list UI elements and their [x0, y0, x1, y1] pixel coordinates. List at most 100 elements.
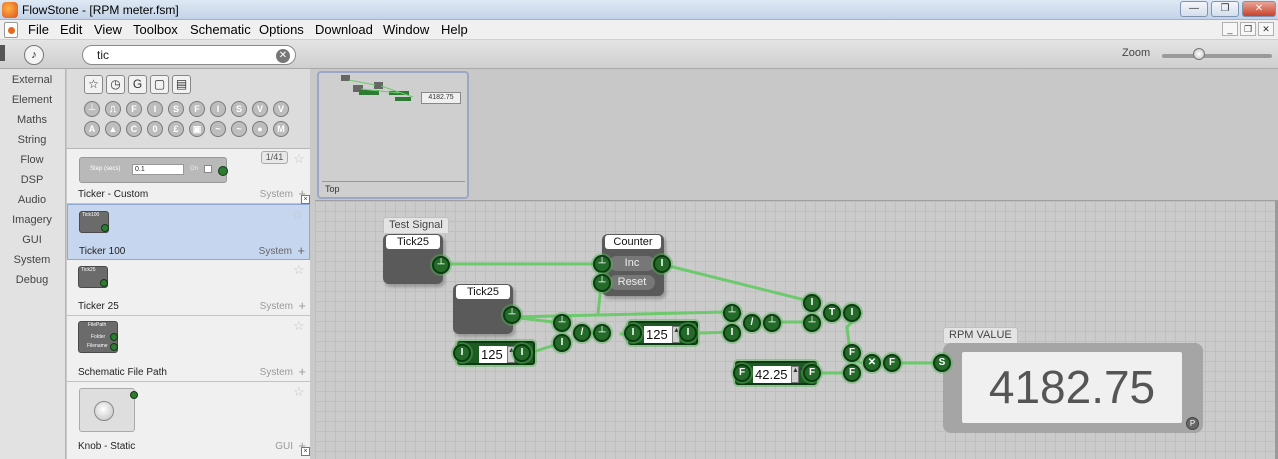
menu-help[interactable]: Help — [441, 22, 468, 37]
maximize-button[interactable]: ❐ — [1211, 1, 1239, 17]
trigger-type-icon[interactable]: ┴ — [84, 101, 100, 117]
float-spinner[interactable]: ▲▼ — [791, 366, 806, 383]
favourite-star-icon[interactable]: ☆ — [292, 208, 304, 221]
gui-filter-icon[interactable]: G — [128, 75, 147, 94]
float-input-port[interactable]: F — [733, 364, 751, 382]
favourite-star-icon[interactable]: ☆ — [293, 152, 305, 165]
module-item-schematic-file-path[interactable]: FilePath Folder Filename ☆ Schematic Fil… — [67, 316, 310, 382]
float-type-icon[interactable]: F — [126, 101, 142, 117]
divide-operator-icon[interactable]: / — [743, 314, 761, 332]
search-clear-icon[interactable]: ✕ — [276, 49, 290, 63]
category-debug[interactable]: Debug — [0, 274, 64, 286]
navigator-thumbnail[interactable]: 4182.75 Top — [317, 71, 469, 199]
trigger-input-port[interactable]: ┴ — [803, 314, 821, 332]
pen-type-icon[interactable]: ▲ — [105, 121, 121, 137]
toolbox-search-input[interactable] — [82, 45, 296, 65]
panel-collapse-handle[interactable] — [0, 45, 5, 61]
category-audio[interactable]: Audio — [0, 194, 64, 206]
float-value-field[interactable]: 42.25 — [753, 366, 793, 383]
font-type-icon[interactable]: £ — [168, 121, 184, 137]
schematic-canvas[interactable]: Test Signal Tick25 ┴ Tick25 ┴ Counter In… — [315, 201, 1275, 459]
view-type-icon[interactable]: V — [252, 101, 268, 117]
stream-type-icon[interactable]: ~ — [210, 121, 226, 137]
trigger-output-port[interactable]: ┴ — [593, 324, 611, 342]
poly-type-icon[interactable]: ~ — [231, 121, 247, 137]
int-array-type-icon[interactable]: I — [210, 101, 226, 117]
category-maths[interactable]: Maths — [0, 114, 64, 126]
area-type-icon[interactable]: A — [84, 121, 100, 137]
menu-download[interactable]: Download — [315, 22, 373, 37]
category-external[interactable]: External — [0, 74, 64, 86]
int-input-port[interactable]: I — [723, 324, 741, 342]
close-icon[interactable]: × — [301, 195, 310, 204]
category-element[interactable]: Element — [0, 94, 64, 106]
favourite-star-icon[interactable]: ☆ — [293, 263, 305, 276]
float-array-type-icon[interactable]: F — [189, 101, 205, 117]
menu-view[interactable]: View — [94, 22, 122, 37]
int-value-field[interactable]: 125 — [479, 346, 509, 363]
menu-options[interactable]: Options — [259, 22, 304, 37]
float-output-port[interactable]: F — [883, 354, 901, 372]
add-module-icon[interactable]: + — [298, 365, 306, 378]
close-button[interactable]: ✕ — [1242, 1, 1276, 17]
close-icon[interactable]: × — [301, 447, 310, 456]
add-module-icon[interactable]: + — [297, 244, 305, 257]
mdi-close-button[interactable]: ✕ — [1258, 22, 1274, 36]
menu-schematic[interactable]: Schematic — [190, 22, 251, 37]
string-array-type-icon[interactable]: S — [231, 101, 247, 117]
string-input-port[interactable]: S — [933, 354, 951, 372]
category-string[interactable]: String — [0, 134, 64, 146]
minimize-button[interactable]: — — [1180, 1, 1208, 17]
category-dsp[interactable]: DSP — [0, 174, 64, 186]
menu-file[interactable]: File — [28, 22, 49, 37]
int-input-port[interactable]: I — [453, 344, 471, 362]
category-imagery[interactable]: Imagery — [0, 214, 64, 226]
recent-filter-icon[interactable]: ◷ — [106, 75, 125, 94]
bool-type-icon[interactable]: 0 — [147, 121, 163, 137]
trigger-input-port[interactable]: ┴ — [553, 314, 571, 332]
to-int-operator-icon[interactable]: T — [823, 304, 841, 322]
midi-type-icon[interactable]: ⎍ — [105, 101, 121, 117]
menu-toolbox[interactable]: Toolbox — [133, 22, 178, 37]
add-module-icon[interactable]: + — [298, 299, 306, 312]
trigger-input-port[interactable]: ┴ — [723, 304, 741, 322]
int-value-field[interactable]: 125 — [644, 326, 674, 343]
bitmap-type-icon[interactable]: ▣ — [189, 121, 205, 137]
int-input-port[interactable]: I — [803, 294, 821, 312]
menu-edit[interactable]: Edit — [60, 22, 82, 37]
ruby-type-icon[interactable]: ● — [252, 121, 268, 137]
module-filter-icon[interactable]: ▢ — [150, 75, 169, 94]
favourites-icon[interactable]: ♪ — [24, 45, 44, 65]
float-output-port[interactable]: F — [803, 364, 821, 382]
panel-filter-icon[interactable]: ▤ — [172, 75, 191, 94]
mono-type-icon[interactable]: M — [273, 121, 289, 137]
int-output-port[interactable]: I — [679, 324, 697, 342]
category-flow[interactable]: Flow — [0, 154, 64, 166]
favourites-filter-icon[interactable]: ☆ — [84, 75, 103, 94]
view-array-type-icon[interactable]: V — [273, 101, 289, 117]
multiply-operator-icon[interactable]: ✕ — [863, 354, 881, 372]
inc-trigger-input-port[interactable]: ┴ — [593, 255, 611, 273]
float-input-port[interactable]: F — [843, 364, 861, 382]
trigger-output-port[interactable]: ┴ — [432, 256, 450, 274]
module-item-knob-static[interactable]: ☆ Knob - Static GUI + × — [67, 382, 310, 459]
module-item-ticker-25[interactable]: Tick25 ☆ Ticker 25 System + — [67, 260, 310, 316]
int-input-port[interactable]: I — [553, 334, 571, 352]
module-item-ticker-custom[interactable]: Step (secs) 0.1 On 1/41 ☆ Ticker - Custo… — [67, 149, 310, 204]
menu-window[interactable]: Window — [383, 22, 429, 37]
favourite-star-icon[interactable]: ☆ — [293, 319, 305, 332]
zoom-slider[interactable] — [1162, 54, 1272, 58]
favourite-star-icon[interactable]: ☆ — [293, 385, 305, 398]
mdi-restore-button[interactable]: ❐ — [1240, 22, 1256, 36]
colour-type-icon[interactable]: C — [126, 121, 142, 137]
zoom-slider-thumb[interactable] — [1193, 48, 1206, 60]
category-system[interactable]: System — [0, 254, 64, 266]
trigger-output-port[interactable]: ┴ — [503, 306, 521, 324]
divide-operator-icon[interactable]: / — [573, 324, 591, 342]
int-output-port[interactable]: I — [843, 304, 861, 322]
trigger-output-port[interactable]: ┴ — [763, 314, 781, 332]
reset-trigger-input-port[interactable]: ┴ — [593, 274, 611, 292]
string-type-icon[interactable]: S — [168, 101, 184, 117]
document-icon[interactable] — [4, 22, 18, 38]
navigator-breadcrumb[interactable]: Top — [325, 184, 340, 194]
